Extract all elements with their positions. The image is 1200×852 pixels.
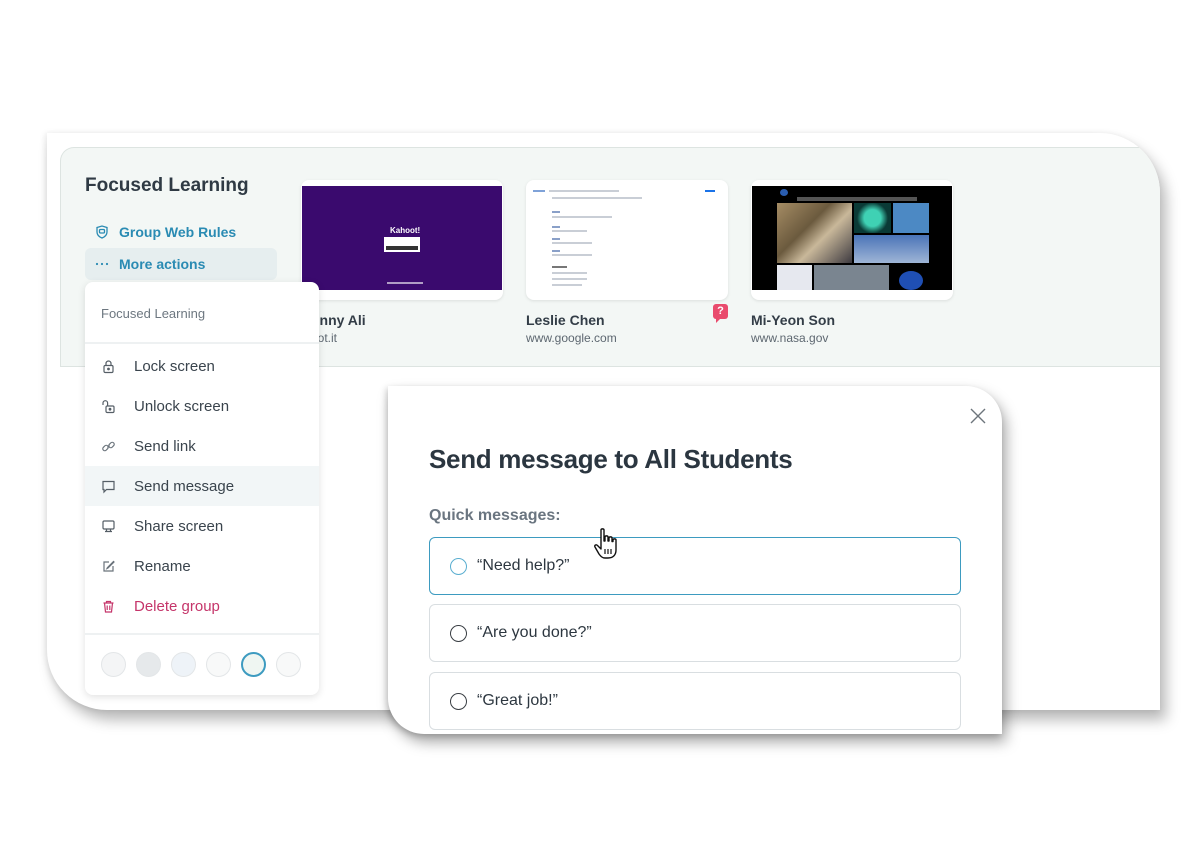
menu-item-send-message[interactable]: Send message (85, 466, 319, 506)
quick-message-option[interactable]: “Are you done?” (429, 604, 961, 662)
student-url: oot.it (311, 331, 338, 345)
student-name: hnny Ali (311, 312, 366, 328)
help-request-badge[interactable]: ? (713, 304, 728, 323)
edit-icon (103, 560, 115, 572)
color-swatch[interactable] (136, 652, 161, 677)
link-icon (102, 441, 115, 451)
trash-icon (103, 600, 114, 613)
monitor-icon (102, 519, 115, 532)
screen-thumbnail[interactable] (526, 180, 728, 300)
google-screen-preview (527, 186, 727, 290)
menu-item-delete-group[interactable]: Delete group (85, 586, 319, 626)
student-url: www.nasa.gov (751, 331, 829, 345)
footer-links (387, 282, 423, 284)
menu-item-share-screen[interactable]: Share screen (85, 506, 319, 546)
color-swatch[interactable] (206, 652, 231, 677)
group-title: Focused Learning (85, 175, 249, 196)
radio-button[interactable] (450, 624, 467, 642)
color-swatch[interactable] (276, 652, 301, 677)
student-tile[interactable]: Kahoot! hnny Ali oot.it (301, 180, 503, 345)
student-name: Mi-Yeon Son (751, 312, 835, 328)
quick-message-text: “Great job!” (477, 692, 558, 709)
menu-header: Focused Learning (85, 282, 319, 344)
send-message-dialog: Send message to All Students Quick messa… (388, 386, 1002, 734)
student-tile[interactable]: Mi-Yeon Son www.nasa.gov (751, 180, 953, 345)
student-tile[interactable]: Leslie Chen www.google.com ? (526, 180, 728, 345)
quick-message-text: “Need help?” (477, 557, 570, 574)
color-swatch[interactable] (171, 652, 196, 677)
student-name: Leslie Chen (526, 312, 605, 328)
kahoot-screen-preview: Kahoot! (302, 186, 502, 290)
menu-item-label: Send link (134, 437, 196, 455)
screen-thumbnail[interactable]: Kahoot! (301, 180, 503, 300)
menu-item-lock-screen[interactable]: Lock screen (85, 346, 319, 386)
screen-thumbnail[interactable] (751, 180, 953, 300)
quick-message-text: “Are you done?” (477, 624, 592, 641)
menu-divider (85, 633, 319, 635)
menu-item-label: Rename (134, 557, 191, 575)
color-swatch[interactable] (101, 652, 126, 677)
unlock-icon (102, 399, 115, 413)
student-url: www.google.com (526, 331, 617, 345)
group-web-rules-label: Group Web Rules (119, 224, 237, 240)
menu-item-label: Lock screen (134, 357, 215, 375)
menu-item-rename[interactable]: Rename (85, 546, 319, 586)
dialog-title: Send message to All Students (429, 444, 793, 474)
group-color-picker (101, 652, 301, 677)
game-pin-box (384, 237, 420, 252)
menu-item-send-link[interactable]: Send link (85, 426, 319, 466)
lock-icon (103, 359, 114, 373)
nasa-screen-preview (752, 186, 952, 290)
menu-item-label: Send message (134, 477, 235, 495)
color-swatch-selected[interactable] (241, 652, 266, 677)
hand-cursor-icon (594, 528, 617, 559)
quick-message-option[interactable]: “Need help?” (429, 537, 961, 595)
quick-messages-label: Quick messages: (429, 507, 561, 524)
more-actions-menu: Focused Learning Lock screen Unlock scre… (85, 282, 319, 695)
kahoot-logo: Kahoot! (390, 226, 421, 235)
quick-message-option[interactable]: “Great job!” (429, 672, 961, 730)
radio-button[interactable] (450, 692, 467, 710)
shield-icon (96, 225, 108, 239)
radio-button[interactable] (450, 557, 467, 575)
group-web-rules-button[interactable]: Group Web Rules (85, 216, 277, 248)
menu-item-label: Share screen (134, 517, 224, 535)
menu-item-unlock-screen[interactable]: Unlock screen (85, 386, 319, 426)
more-actions-label: More actions (119, 256, 206, 272)
menu-item-label: Unlock screen (134, 397, 230, 415)
menu-item-label: Delete group (134, 597, 220, 615)
ellipsis-icon (95, 262, 109, 266)
message-icon (102, 480, 115, 493)
close-icon[interactable] (968, 406, 988, 426)
more-actions-button[interactable]: More actions (85, 248, 277, 280)
